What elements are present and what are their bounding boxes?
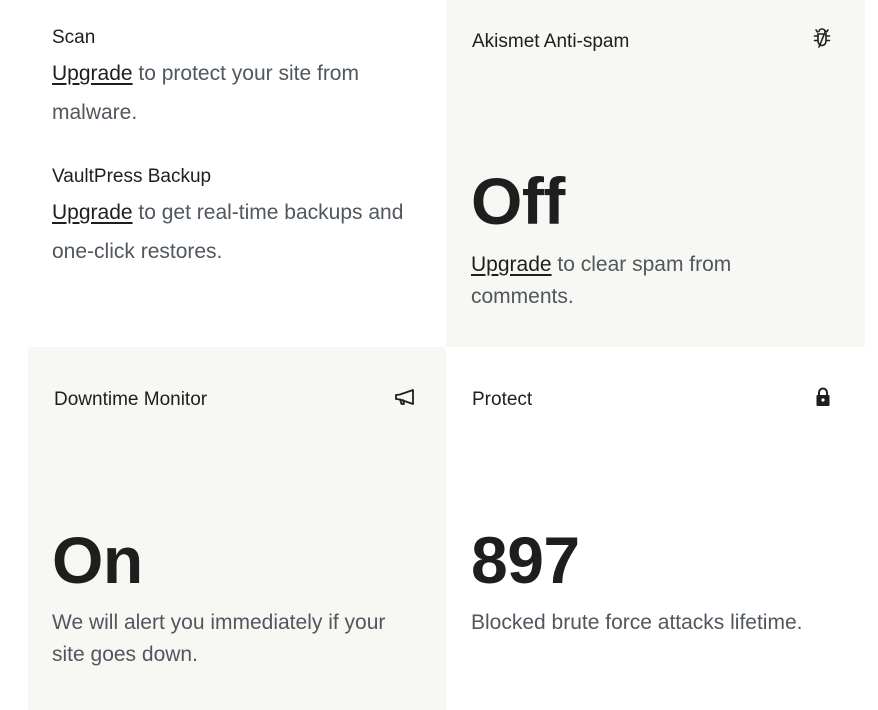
downtime-description: We will alert you immediately if your si… <box>52 611 386 666</box>
lock-icon <box>816 387 830 406</box>
scan-upgrade-link[interactable]: Upgrade <box>52 62 133 85</box>
scan-backup-card: Scan Upgrade to protect your site from m… <box>28 0 446 347</box>
protect-blocked-count: 897 <box>471 523 580 597</box>
protect-description: Blocked brute force attacks lifetime. <box>471 611 803 634</box>
vaultpress-upgrade-link[interactable]: Upgrade <box>52 201 133 224</box>
downtime-monitor-card: Downtime Monitor On We will alert you im… <box>28 347 446 710</box>
downtime-title: Downtime Monitor <box>54 389 208 410</box>
protect-card: Protect 897 Blocked brute force attacks … <box>446 347 865 710</box>
downtime-status-value: On <box>52 523 143 597</box>
akismet-card: Akismet Anti-spam Off Upgrade to clear s… <box>446 0 865 347</box>
vaultpress-title: VaultPress Backup <box>52 166 212 187</box>
akismet-title: Akismet Anti-spam <box>472 31 630 52</box>
megaphone-icon <box>395 389 414 405</box>
akismet-description: Upgrade to clear spam from comments. <box>471 249 801 313</box>
akismet-status-value: Off <box>471 164 565 238</box>
protect-title: Protect <box>472 389 533 410</box>
vaultpress-description: Upgrade to get real-time backups and one… <box>52 193 432 271</box>
security-dashboard: Scan Upgrade to protect your site from m… <box>0 0 878 710</box>
scan-description: Upgrade to protect your site from malwar… <box>52 54 412 132</box>
akismet-upgrade-link[interactable]: Upgrade <box>471 253 552 276</box>
bug-off-icon <box>813 28 831 48</box>
scan-title: Scan <box>52 27 96 48</box>
